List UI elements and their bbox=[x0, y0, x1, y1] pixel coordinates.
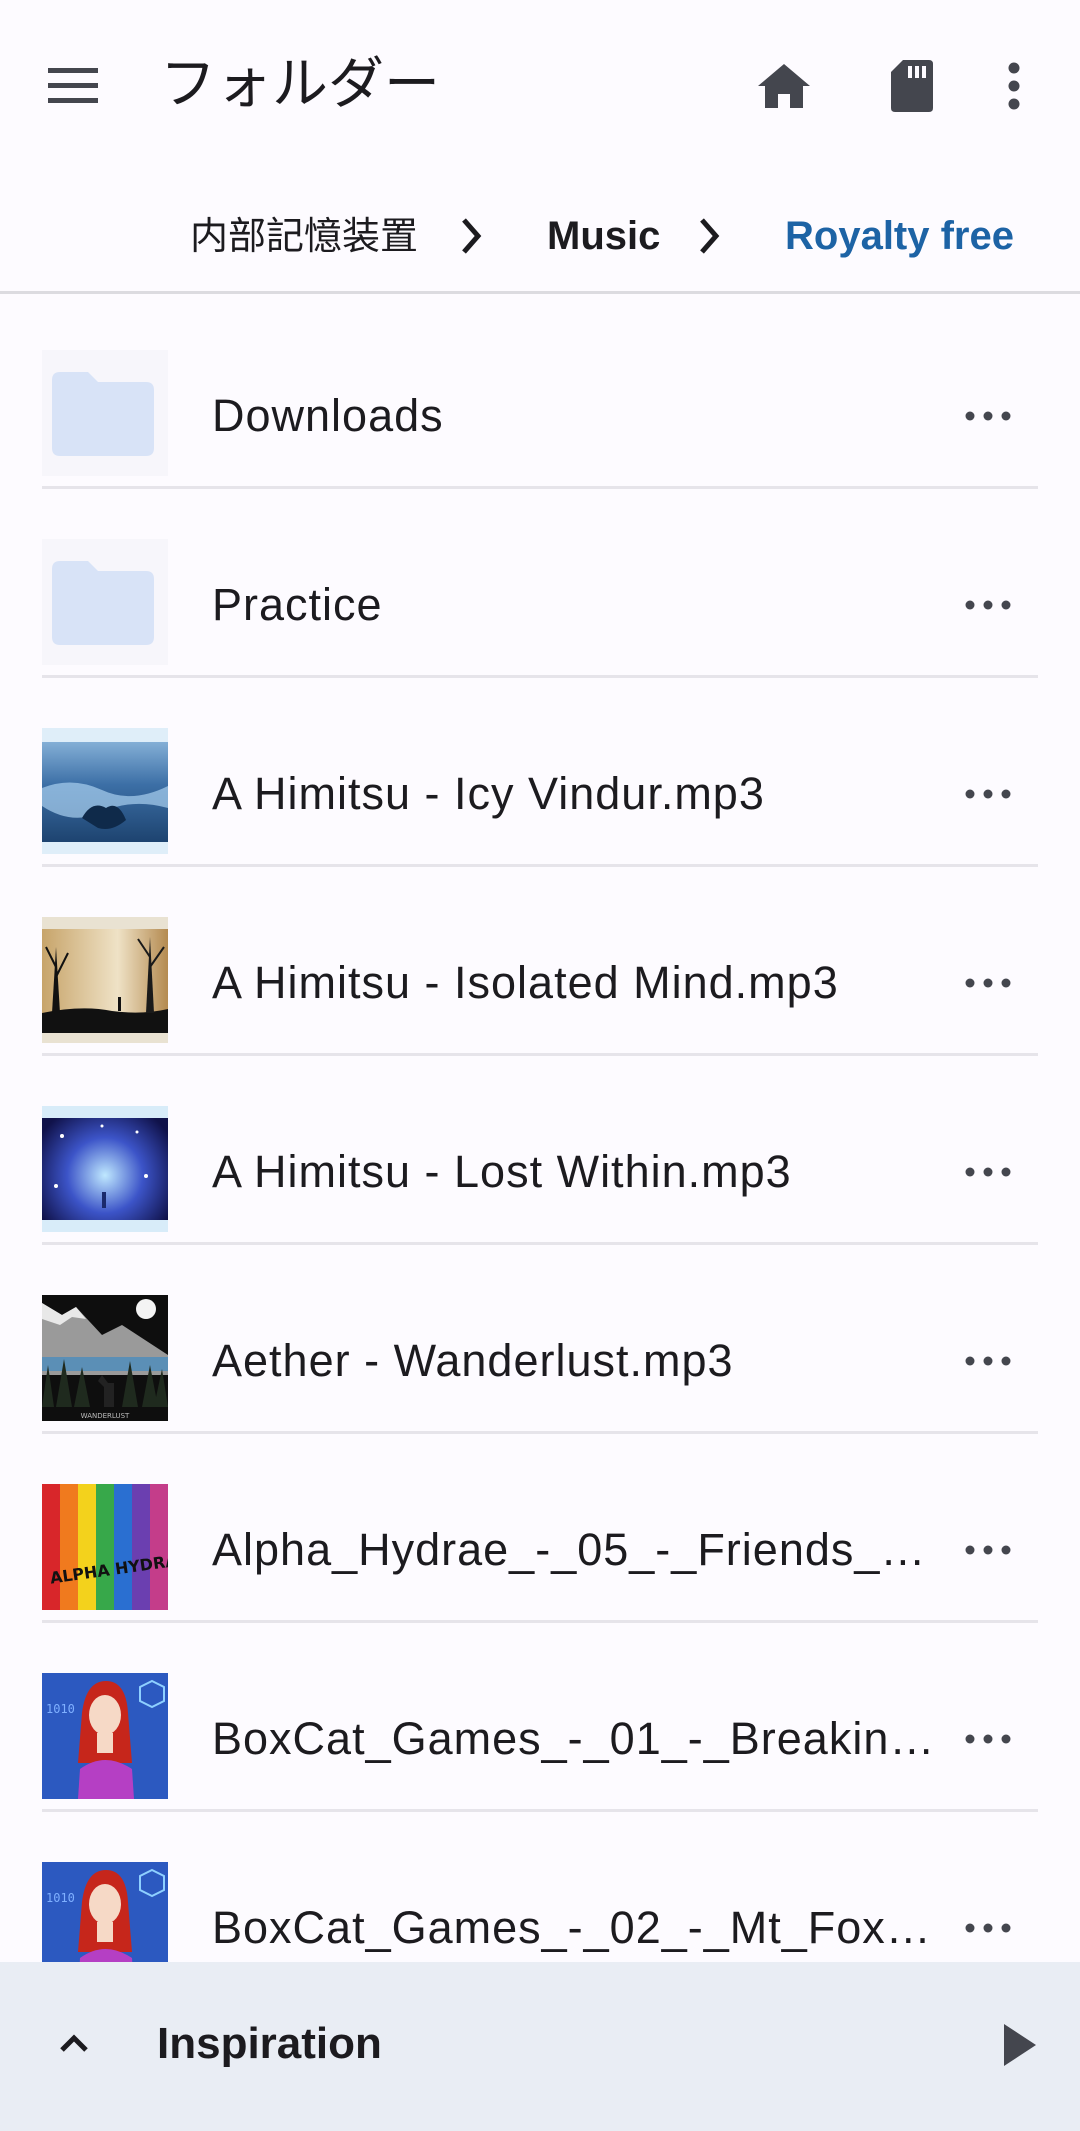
more-horiz-icon[interactable] bbox=[958, 585, 1018, 625]
file-name: A Himitsu - Isolated Mind.mp3 bbox=[212, 957, 839, 1008]
breadcrumb-internal-storage[interactable]: 内部記憶装置 bbox=[190, 210, 418, 262]
svg-text:WANDERLUST: WANDERLUST bbox=[81, 1412, 130, 1420]
more-vert-icon[interactable] bbox=[984, 48, 1044, 124]
menu-icon[interactable] bbox=[40, 52, 108, 120]
more-horiz-icon[interactable] bbox=[958, 1341, 1018, 1381]
folder-icon bbox=[42, 539, 168, 665]
list-item[interactable]: A Himitsu - Icy Vindur.mp3 bbox=[42, 678, 1038, 867]
album-art bbox=[42, 728, 168, 854]
list-item[interactable]: 1010 BoxCat_Games_-_01_-_Breakin… bbox=[42, 1623, 1038, 1812]
list-item[interactable]: A Himitsu - Lost Within.mp3 bbox=[42, 1056, 1038, 1245]
file-name: A Himitsu - Lost Within.mp3 bbox=[212, 1146, 792, 1197]
album-art: WANDERLUST bbox=[42, 1295, 168, 1421]
list-item[interactable]: A Himitsu - Isolated Mind.mp3 bbox=[42, 867, 1038, 1056]
sd-card-icon[interactable] bbox=[874, 48, 950, 124]
breadcrumb: 内部記憶装置 Music Royalty free bbox=[0, 190, 1080, 294]
mini-player[interactable]: Inspiration bbox=[0, 1962, 1080, 2131]
file-name: BoxCat_Games_-_02_-_Mt_Fox… bbox=[212, 1902, 932, 1953]
chevron-right-icon bbox=[462, 218, 482, 254]
breadcrumb-music[interactable]: Music bbox=[547, 210, 660, 262]
file-name: Downloads bbox=[212, 390, 444, 441]
chevron-up-icon[interactable] bbox=[48, 2018, 100, 2070]
more-horiz-icon[interactable] bbox=[958, 1152, 1018, 1192]
file-name: A Himitsu - Icy Vindur.mp3 bbox=[212, 768, 765, 819]
more-horiz-icon[interactable] bbox=[958, 774, 1018, 814]
more-horiz-icon[interactable] bbox=[958, 963, 1018, 1003]
more-horiz-icon[interactable] bbox=[958, 396, 1018, 436]
list-item[interactable]: Practice bbox=[42, 489, 1038, 678]
file-name: BoxCat_Games_-_01_-_Breakin… bbox=[212, 1713, 936, 1764]
list-item[interactable]: Downloads bbox=[42, 300, 1038, 489]
chevron-right-icon bbox=[700, 218, 720, 254]
app-bar: フォルダー bbox=[0, 0, 1080, 170]
album-art bbox=[42, 1106, 168, 1232]
album-art bbox=[42, 917, 168, 1043]
list-item[interactable]: ALPHA HYDRAE Alpha_Hydrae_-_05_-_Friends… bbox=[42, 1434, 1038, 1623]
album-art: 1010 bbox=[42, 1673, 168, 1799]
player-track-title: Inspiration bbox=[157, 2019, 382, 2068]
page-title: フォルダー bbox=[160, 52, 440, 117]
play-icon[interactable] bbox=[994, 2012, 1050, 2078]
home-icon[interactable] bbox=[746, 48, 822, 124]
more-horiz-icon[interactable] bbox=[958, 1530, 1018, 1570]
svg-text:1010: 1010 bbox=[46, 1891, 75, 1905]
file-name: Practice bbox=[212, 579, 383, 630]
breadcrumb-royalty-free[interactable]: Royalty free bbox=[785, 210, 1014, 262]
svg-text:1010: 1010 bbox=[46, 1702, 75, 1716]
album-art: ALPHA HYDRAE bbox=[42, 1484, 168, 1610]
more-horiz-icon[interactable] bbox=[958, 1719, 1018, 1759]
more-horiz-icon[interactable] bbox=[958, 1908, 1018, 1948]
file-name: Aether - Wanderlust.mp3 bbox=[212, 1335, 734, 1386]
list-item[interactable]: WANDERLUST Aether - Wanderlust.mp3 bbox=[42, 1245, 1038, 1434]
folder-icon bbox=[42, 350, 168, 476]
file-name: Alpha_Hydrae_-_05_-_Friends_… bbox=[212, 1524, 927, 1575]
